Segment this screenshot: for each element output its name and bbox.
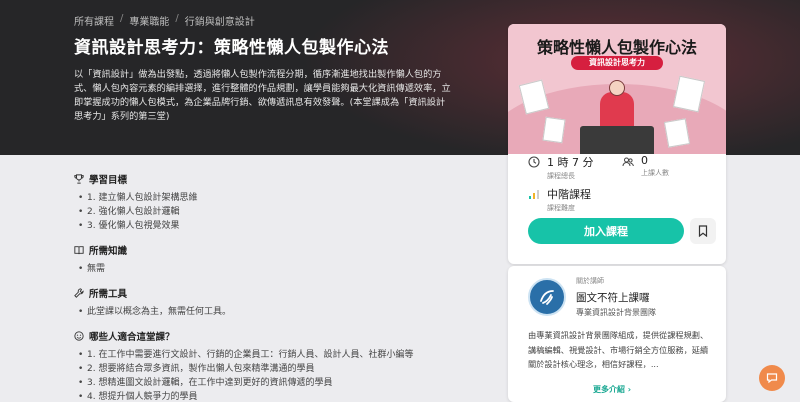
teacher-subtitle: 專業資訊設計背景團隊 — [576, 308, 656, 317]
level-label: 課程難度 — [547, 204, 575, 212]
wrench-icon — [74, 288, 84, 298]
section-title: 哪些人適合這堂課？ — [89, 332, 175, 343]
breadcrumb-professional-skills[interactable]: 專業職能 — [129, 13, 169, 28]
section-required-knowledge: 所需知識 無需 — [74, 243, 494, 276]
students-value: 0 — [641, 154, 648, 167]
teacher-card: 關於講師 圖文不符上課囉 專業資訊設計背景團隊 由專業資訊設計背景團隊組成，提供… — [508, 266, 726, 402]
duration-label: 課程總長 — [547, 172, 575, 180]
teacher-logo-icon — [540, 290, 554, 305]
list-item: 1. 在工作中需要進行文設計、行銷的企業員工：行銷人員、設計人員、社群小編等 — [78, 348, 494, 362]
thumbnail-title: 策略性懶人包製作心法 — [536, 38, 697, 57]
breadcrumb: 所有課程 / 專業職能 / 行銷與創意設計 — [74, 13, 255, 28]
section-target-audience: 哪些人適合這堂課？ 1. 在工作中需要進行文設計、行銷的企業員工：行銷人員、設計… — [74, 329, 494, 402]
course-details: 學習目標 1. 建立懶人包設計架構思維 2. 強化懶人包設計邏輯 3. 優化懶人… — [74, 172, 494, 402]
level-bars-icon — [529, 190, 539, 199]
stat-students: 0 上課人數 — [622, 154, 669, 178]
list-item: 無需 — [78, 262, 494, 276]
section-title: 所需知識 — [89, 246, 128, 257]
section-required-tools: 所需工具 此堂課以概念為主，無需任何工具。 — [74, 286, 494, 319]
chevron-right-icon: › — [627, 385, 632, 394]
list-item: 此堂課以概念為主，無需任何工具。 — [78, 305, 494, 319]
more-info-link[interactable]: 更多介紹 › — [593, 384, 631, 395]
chat-icon — [766, 373, 778, 384]
list-item: 3. 優化懶人包視覺效果 — [78, 219, 494, 233]
teacher-description: 由專業資訊設計背景團隊組成，提供從課程規劃、講稿編輯、視覺設計、市場行銷全方位服… — [528, 330, 709, 369]
list-item: 3. 想精進圖文設計邏輯，在工作中達到更好的資訊傳遞的學員 — [78, 376, 494, 390]
stat-duration: 1 時 7 分 課程總長 — [528, 154, 594, 181]
avatar[interactable] — [528, 278, 566, 316]
about-teacher-label: 關於講師 — [576, 277, 604, 285]
page-title: 資訊設計思考力：策略性懶人包製作心法 — [74, 38, 389, 58]
breadcrumb-marketing-design[interactable]: 行銷與創意設計 — [185, 13, 255, 28]
level-value: 中階課程 — [547, 188, 591, 201]
course-description: 以「資訊設計」做為出發點，透過將懶人包製作流程分期，循序漸進地找出製作懶人包的方… — [74, 69, 451, 122]
chat-button[interactable] — [759, 365, 785, 391]
course-thumbnail: 策略性懶人包製作心法 資訊設計思考力 — [508, 24, 726, 154]
enroll-button[interactable]: 加入課程 — [528, 218, 684, 244]
teacher-name[interactable]: 圖文不符上課囉 — [576, 290, 650, 305]
list-item: 4. 想提升個人競爭力的學員 — [78, 390, 494, 402]
students-label: 上課人數 — [641, 169, 669, 177]
breadcrumb-separator: / — [120, 13, 124, 24]
list-item: 2. 強化懶人包設計邏輯 — [78, 205, 494, 219]
more-info-label: 更多介紹 — [593, 385, 625, 394]
section-title: 所需工具 — [89, 289, 128, 300]
thumbnail-series-badge: 資訊設計思考力 — [571, 56, 663, 70]
breadcrumb-separator: / — [175, 13, 179, 24]
users-icon — [622, 157, 634, 167]
duration-value: 1 時 7 分 — [547, 156, 594, 169]
list-item: 2. 想要將結合眾多資訊，製作出懶人包來精準溝通的學員 — [78, 362, 494, 376]
bookmark-button[interactable] — [690, 218, 716, 244]
book-icon — [74, 246, 84, 255]
breadcrumb-all-courses[interactable]: 所有課程 — [74, 13, 114, 28]
course-card: 策略性懶人包製作心法 資訊設計思考力 1 時 7 分 課程總長 0 上課人數 中… — [508, 24, 726, 264]
clock-icon — [528, 156, 540, 168]
smile-icon — [74, 331, 84, 341]
bookmark-icon — [698, 225, 708, 237]
section-title: 學習目標 — [89, 175, 128, 186]
trophy-icon — [74, 174, 84, 184]
section-learning-goals: 學習目標 1. 建立懶人包設計架構思維 2. 強化懶人包設計邏輯 3. 優化懶人… — [74, 172, 494, 233]
stat-level: 中階課程 課程難度 — [528, 186, 591, 213]
list-item: 1. 建立懶人包設計架構思維 — [78, 191, 494, 205]
